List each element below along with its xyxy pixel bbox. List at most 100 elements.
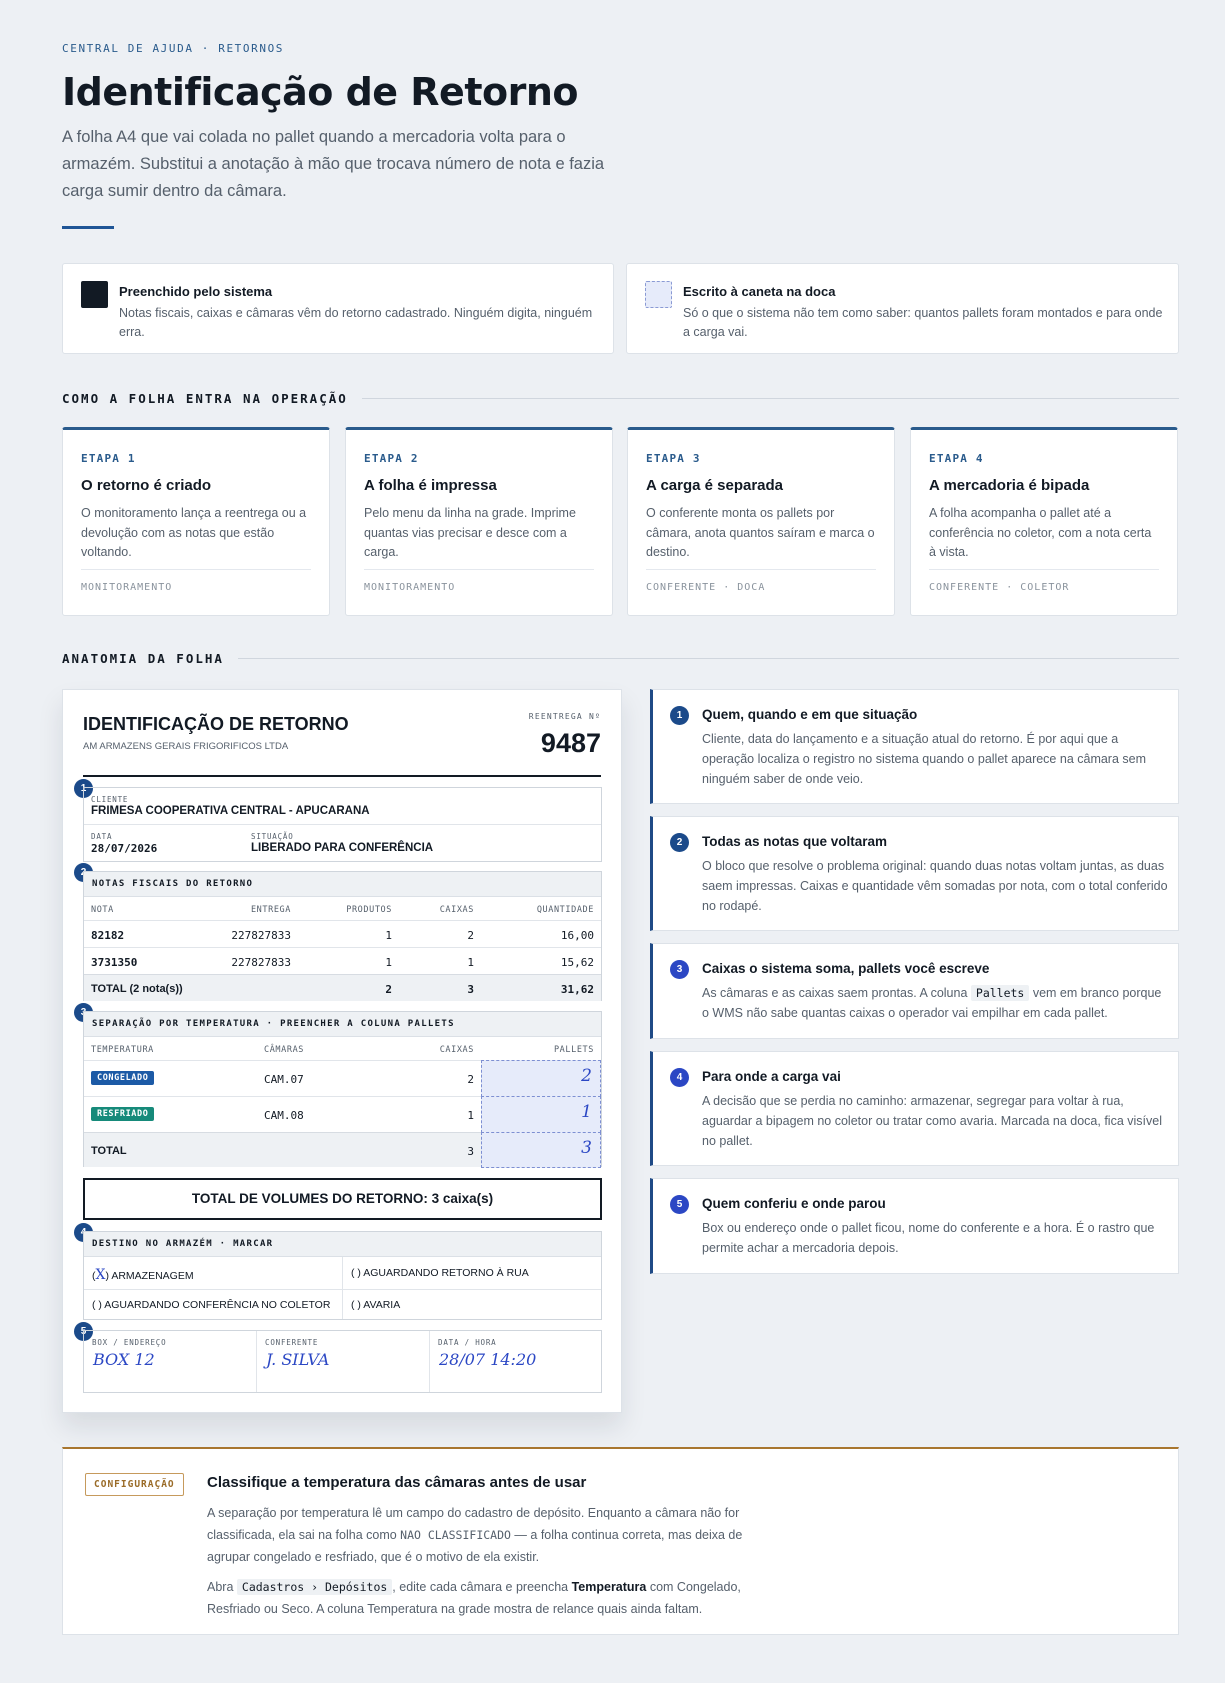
situacao-label: SITUAÇÃO: [251, 832, 294, 841]
page-lead: A folha A4 que vai colada no pallet quan…: [62, 128, 605, 200]
separacao-header: SEPARAÇÃO POR TEMPERATURA · PREENCHER A …: [84, 1012, 601, 1037]
rodape-divider: [429, 1331, 430, 1392]
stage-divider: [81, 569, 311, 570]
table-header-row: TEMPERATURA CÂMARAS CAIXAS PALLETS: [84, 1037, 601, 1060]
explanation-card-4: 4 Para onde a carga vai A decisão que se…: [650, 1051, 1179, 1166]
explanation-title: Todas as notas que voltaram: [702, 834, 888, 849]
temp-chip-resfriado: RESFRIADO: [91, 1107, 155, 1121]
col-header: ENTREGA: [250, 905, 291, 915]
entrega-cell: 227827833: [231, 929, 291, 942]
col-header: TEMPERATURA: [91, 1045, 154, 1055]
section-title: ANATOMIA DA FOLHA: [62, 651, 224, 666]
destino-block: DESTINO NO ARMAZÉM · MARCAR (X) ARMAZENA…: [83, 1231, 602, 1320]
reentrega-label: REENTREGA Nº: [528, 712, 601, 721]
inline-code: NAO CLASSIFICADO: [400, 1528, 511, 1542]
separacao-block: SEPARAÇÃO POR TEMPERATURA · PREENCHER A …: [83, 1011, 602, 1168]
produtos-cell: 1: [385, 956, 392, 969]
explanation-title: Quem, quando e em que situação: [702, 707, 918, 722]
option-label: ARMAZENAGEM: [111, 1270, 194, 1282]
conferente-label: CONFERENTE: [265, 1338, 319, 1347]
nota-cell: 82182: [91, 929, 125, 942]
legend-system: Preenchido pelo sistema Notas fiscais, c…: [62, 263, 614, 354]
pallets-handwritten: 2: [581, 1066, 592, 1086]
explanation-title: Caixas o sistema soma, pallets você escr…: [702, 961, 990, 976]
col-header: CAIXAS: [439, 1045, 474, 1055]
menu-path: Cadastros › Depósitos: [236, 1579, 393, 1595]
table-row: CONGELADO CAM.07 2 2: [84, 1060, 601, 1097]
col-header: PRODUTOS: [346, 905, 392, 915]
desc-part: Abra: [207, 1580, 237, 1594]
explanation-desc: As câmaras e as caixas saem prontas. A c…: [702, 983, 1168, 1023]
stage-desc: O monitoramento lança a reentrega ou a d…: [81, 506, 307, 559]
config-tag: CONFIGURAÇÃO: [85, 1473, 184, 1496]
explanation-desc: Box ou endereço onde o pallet ficou, nom…: [702, 1221, 1155, 1255]
rodape-divider: [256, 1331, 257, 1392]
cliente-value: FRIMESA COOPERATIVA CENTRAL - APUCARANA: [91, 805, 370, 817]
check-mark: X: [95, 1267, 106, 1283]
explanation-card-5: 5 Quem conferiu e onde parou Box ou ende…: [650, 1178, 1179, 1274]
box-handwritten[interactable]: BOX 12: [93, 1350, 155, 1369]
explanation-desc: Cliente, data do lançamento e a situação…: [702, 732, 1147, 786]
table-row: RESFRIADO CAM.08 1 1: [84, 1096, 601, 1133]
stage-role: CONFERENTE · DOCA: [646, 582, 766, 593]
destino-option-coletor[interactable]: ( ) AGUARDANDO CONFERÊNCIA NO COLETOR: [92, 1299, 330, 1311]
desc-part: , edite cada câmara e preencha: [392, 1580, 572, 1594]
stage-desc: A folha acompanha o pallet até a conferê…: [929, 506, 1152, 559]
callout-badge: 3: [670, 960, 689, 979]
conferente-handwritten[interactable]: J. SILVA: [266, 1350, 329, 1369]
stage-tag: ETAPA 1: [81, 452, 136, 465]
legend-desc: Notas fiscais, caixas e câmaras vêm do r…: [119, 306, 593, 339]
config-instructions: Abra Cadastros › Depósitos, edite cada c…: [207, 1576, 797, 1620]
col-header: NOTA: [91, 905, 114, 915]
datahora-label: DATA / HORA: [438, 1338, 497, 1347]
explanation-desc: A decisão que se perdia no caminho: arma…: [702, 1094, 1162, 1148]
pallets-pen-cell[interactable]: 3: [481, 1132, 601, 1168]
camara-cell: CAM.07: [264, 1073, 304, 1086]
explanation-card-3: 3 Caixas o sistema soma, pallets você es…: [650, 943, 1179, 1039]
section-title: COMO A FOLHA ENTRA NA OPERAÇÃO: [62, 391, 348, 406]
notas-header: NOTAS FISCAIS DO RETORNO: [84, 872, 601, 897]
caixas-cell: 2: [467, 929, 474, 942]
option-label: AVARIA: [363, 1299, 401, 1311]
cliente-label: CLIENTE: [91, 795, 129, 804]
data-value: 28/07/2026: [91, 842, 158, 855]
caixas-cell: 1: [467, 1109, 474, 1122]
pallets-pen-cell[interactable]: 2: [481, 1060, 601, 1097]
box-label: BOX / ENDEREÇO: [92, 1338, 167, 1347]
rodape-block: BOX / ENDEREÇO BOX 12 CONFERENTE J. SILV…: [83, 1330, 602, 1393]
destino-option-retorno-rua[interactable]: ( ) AGUARDANDO RETORNO À RUA: [351, 1267, 529, 1279]
datahora-handwritten[interactable]: 28/07 14:20: [439, 1350, 536, 1369]
situacao-value: LIBERADO PARA CONFERÊNCIA: [251, 842, 434, 854]
desc-part: As câmaras e as caixas saem prontas. A c…: [702, 986, 971, 1000]
stage-card-4: ETAPA 4 A mercadoria é bipada A folha ac…: [910, 427, 1178, 616]
caixas-cell: 1: [467, 956, 474, 969]
stage-desc: O conferente monta os pallets por câmara…: [646, 506, 875, 559]
destino-option-armazenagem[interactable]: (X) ARMAZENAGEM: [92, 1267, 194, 1283]
explanation-desc: O bloco que resolve o problema original:…: [702, 859, 1168, 913]
callout-badge: 5: [670, 1195, 689, 1214]
pallets-pen-cell[interactable]: 1: [481, 1096, 601, 1133]
table-header-row: NOTA ENTREGA PRODUTOS CAIXAS QUANTIDADE: [84, 897, 601, 920]
config-callout: CONFIGURAÇÃO Classifique a temperatura d…: [62, 1447, 1179, 1635]
section-heading-anatomy: ANATOMIA DA FOLHA: [62, 651, 1179, 666]
sheet-rule: [83, 775, 601, 777]
sheet-title: IDENTIFICAÇÃO DE RETORNO: [83, 714, 349, 734]
pallets-handwritten: 3: [581, 1138, 592, 1158]
stage-tag: ETAPA 4: [929, 452, 984, 465]
total-label: TOTAL (2 nota(s)): [91, 983, 183, 995]
stage-role: MONITORAMENTO: [81, 582, 173, 593]
legend-pen: Escrito à caneta na doca Só o que o sist…: [626, 263, 1179, 354]
col-header: QUANTIDADE: [536, 905, 594, 915]
nota-cell: 3731350: [91, 956, 138, 969]
field-name: Temperatura: [571, 1580, 647, 1594]
destino-header: DESTINO NO ARMAZÉM · MARCAR: [84, 1232, 601, 1257]
option-label: AGUARDANDO RETORNO À RUA: [363, 1267, 529, 1279]
accent-rule: [62, 226, 114, 229]
table-total-row: TOTAL 3 3: [84, 1132, 601, 1168]
breadcrumb: CENTRAL DE AJUDA · RETORNOS: [62, 42, 285, 55]
explanation-card-1: 1 Quem, quando e em que situação Cliente…: [650, 689, 1179, 804]
destino-option-avaria[interactable]: ( ) AVARIA: [351, 1299, 400, 1311]
option-label: AGUARDANDO CONFERÊNCIA NO COLETOR: [104, 1299, 331, 1311]
notas-block: NOTAS FISCAIS DO RETORNO NOTA ENTREGA PR…: [83, 871, 602, 1001]
section-heading-flow: COMO A FOLHA ENTRA NA OPERAÇÃO: [62, 391, 1179, 406]
